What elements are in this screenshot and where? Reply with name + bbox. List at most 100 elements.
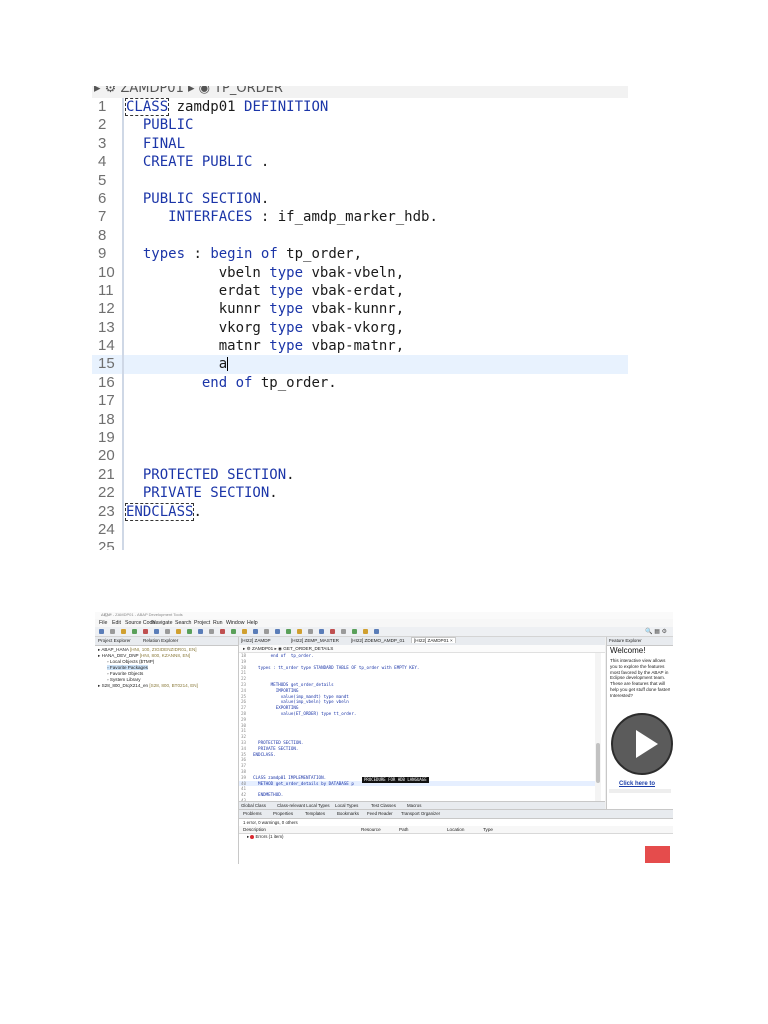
toolbar-button-icon[interactable] — [264, 629, 269, 634]
code-line[interactable]: 16 end of tp_order. — [92, 373, 628, 393]
tree-item[interactable]: ▫ System Library — [107, 677, 141, 682]
tab-project-explorer[interactable]: Project Explorer — [98, 638, 131, 643]
quick-access-icons[interactable]: 🔍 ▦ ⚙ — [645, 628, 667, 635]
bottom-view-tab[interactable]: Transport Organizer — [401, 811, 440, 816]
bottom-view-tab[interactable]: Properties — [273, 811, 293, 816]
code-line[interactable]: 9 types : begin of tp_order, — [92, 245, 628, 264]
menu-item[interactable]: File — [99, 620, 107, 626]
editor-tab[interactable]: [HI22] ZDEMO_AMDP_01 — [351, 638, 405, 643]
code-line[interactable]: 24 — [92, 520, 628, 540]
editor-tab[interactable]: [HI22] ZAMDP — [241, 638, 271, 643]
menu-item[interactable]: Navigate — [152, 620, 172, 626]
toolbar-button-icon[interactable] — [154, 629, 159, 634]
problems-column-header[interactable]: Path — [399, 827, 408, 832]
menu-item[interactable]: Edit — [112, 620, 121, 626]
tree-item[interactable]: ▫ Favorite Packages — [107, 665, 148, 670]
code-line[interactable]: 6 PUBLIC SECTION. — [92, 189, 628, 209]
code-line[interactable]: 23 ENDCLASS. — [92, 502, 628, 521]
bottom-view-tab[interactable]: Templates — [305, 811, 325, 816]
menu-item[interactable]: Search — [175, 620, 191, 626]
code-line[interactable]: 20 — [92, 447, 628, 466]
line-gutter: 14 — [92, 337, 124, 356]
class-section-tab[interactable]: Local Types — [335, 803, 358, 808]
class-section-tab[interactable]: Test Classes — [371, 803, 396, 808]
code-line[interactable]: 22 PRIVATE SECTION. — [92, 484, 628, 503]
code-line[interactable]: 10 vbeln type vbak-vbeln, — [92, 263, 628, 282]
editor-code[interactable]: 18 end of tp_order. 19 20 types : tt_order… — [239, 653, 595, 810]
code-line[interactable]: 3 FINAL — [92, 134, 628, 154]
toolbar-button-icon[interactable] — [121, 629, 126, 634]
toolbar-button-icon[interactable] — [198, 629, 203, 634]
toolbar-button-icon[interactable] — [253, 629, 258, 634]
code-line[interactable]: 12 kunnr type vbak-kunnr, — [92, 300, 628, 319]
tab-relation-explorer[interactable]: Relation Explorer — [143, 638, 178, 643]
toolbar-button-icon[interactable] — [330, 629, 335, 634]
code-line[interactable]: 5 — [92, 171, 628, 190]
problems-column-header[interactable]: Type — [483, 827, 493, 832]
play-icon[interactable] — [611, 713, 673, 775]
tree-item[interactable]: ▸ S28_800_DIqX214_en [S28, 800, BT0214, … — [98, 683, 198, 689]
menu-item[interactable]: Project — [194, 620, 210, 626]
editor-tab[interactable]: [HI22] ZEMP_MASTER — [291, 638, 339, 643]
code-line[interactable]: 8 — [92, 226, 628, 246]
code-line[interactable]: 4 CREATE PUBLIC . — [92, 153, 628, 172]
bottom-view-tab[interactable]: Problems — [243, 811, 262, 816]
code-line[interactable]: 18 — [92, 410, 628, 430]
toolbar-button-icon[interactable] — [374, 629, 379, 634]
toolbar-button-icon[interactable] — [341, 629, 346, 634]
menu-item[interactable]: Help — [247, 620, 258, 626]
scrollbar-thumb[interactable] — [596, 743, 600, 783]
code-line[interactable]: 11 erdat type vbak-erdat, — [92, 281, 628, 301]
problems-column-header[interactable]: Description — [243, 827, 266, 832]
menu-item[interactable]: Source Code — [125, 620, 155, 626]
bottom-view-tab[interactable]: Feed Reader — [367, 811, 393, 816]
code-line[interactable]: 2 PUBLIC — [92, 116, 628, 135]
toolbar-button-icon[interactable] — [99, 629, 104, 634]
toolbar-button-icon[interactable] — [209, 629, 214, 634]
toolbar-button-icon[interactable] — [110, 629, 115, 634]
problems-column-header[interactable]: Resource — [361, 827, 381, 832]
toolbar-button-icon[interactable] — [220, 629, 225, 634]
code-line[interactable]: 21 PROTECTED SECTION. — [92, 465, 628, 485]
toolbar-button-icon[interactable] — [297, 629, 302, 634]
feature-explorer-scrollbar[interactable] — [609, 789, 671, 793]
code-line[interactable]: 14 matnr type vbap-matnr, — [92, 337, 628, 356]
code-line[interactable]: 7 INTERFACES : if_amdp_marker_hdb. — [92, 208, 628, 227]
toolbar-button-icon[interactable] — [176, 629, 181, 634]
autocomplete-popup[interactable]: PROCEDURE FOR HDB LANGUAGE — [362, 777, 429, 783]
class-section-tab[interactable]: Class-relevant Local Types — [277, 803, 330, 808]
toolbar-button-icon[interactable] — [231, 629, 236, 634]
tree-item[interactable]: ▫ Favorite Objects — [107, 671, 143, 676]
menu-item[interactable]: Run — [213, 620, 223, 626]
code-line[interactable]: 25 — [92, 539, 628, 550]
menu-item[interactable]: Window — [226, 620, 244, 626]
bottom-view-tab[interactable]: Bookmarks — [337, 811, 359, 816]
code-area[interactable]: 1 CLASS zamdp01 DEFINITION 2 PUBLIC 3 FINAL… — [92, 98, 628, 550]
code-line[interactable]: 15 a — [92, 355, 628, 374]
code-line[interactable]: 13 vkorg type vbak-vkorg, — [92, 318, 628, 338]
toolbar-button-icon[interactable] — [363, 629, 368, 634]
toolbar-button-icon[interactable] — [286, 629, 291, 634]
code-line[interactable]: 17 — [92, 392, 628, 411]
tab-feature-explorer[interactable]: Feature Explorer — [609, 638, 642, 643]
editor-scrollbar[interactable] — [595, 653, 601, 801]
class-section-tab[interactable]: Macros — [407, 803, 421, 808]
toolbar-button-icon[interactable] — [308, 629, 313, 634]
problems-column-header[interactable]: Location — [447, 827, 464, 832]
code-line[interactable]: 19 — [92, 429, 628, 448]
toolbar-button-icon[interactable] — [242, 629, 247, 634]
toolbar-button-icon[interactable] — [187, 629, 192, 634]
toolbar-button-icon[interactable] — [165, 629, 170, 634]
toolbar-button-icon[interactable] — [352, 629, 357, 634]
problems-row[interactable]: ▸ Errors (1 item) — [247, 834, 284, 840]
class-section-tab[interactable]: Global Class — [241, 803, 266, 808]
code-line[interactable]: 1 CLASS zamdp01 DEFINITION — [92, 98, 628, 117]
toolbar-button-icon[interactable] — [132, 629, 137, 634]
tree-item[interactable]: ▫ Local Objects ($TMP) — [107, 659, 154, 664]
toolbar-button-icon[interactable] — [275, 629, 280, 634]
click-here-link[interactable]: Click here to — [619, 781, 655, 787]
window-controls[interactable]: – ▢ × — [101, 612, 669, 617]
editor-tab[interactable]: [HI22] ZAMDP01 × — [411, 637, 456, 643]
toolbar-button-icon[interactable] — [143, 629, 148, 634]
toolbar-button-icon[interactable] — [319, 629, 324, 634]
